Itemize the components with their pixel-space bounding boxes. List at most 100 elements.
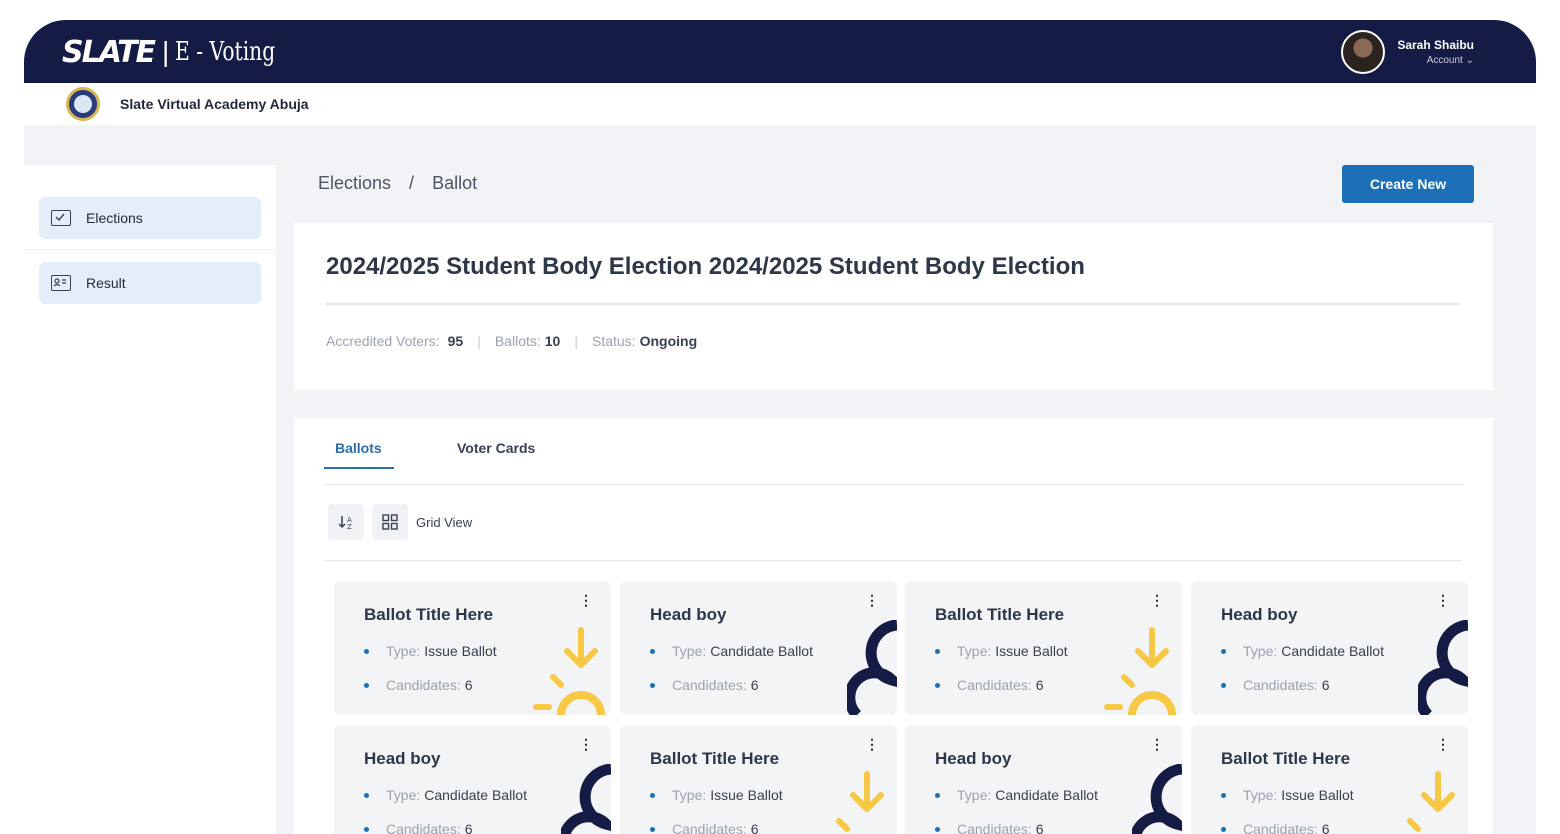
sort-icon: AZ bbox=[338, 516, 352, 531]
more-options-icon[interactable]: ⋮ bbox=[579, 736, 593, 753]
candidates-count: 6 bbox=[464, 821, 473, 834]
type-label: Type: bbox=[1243, 787, 1278, 803]
candidates-label: Candidates: bbox=[957, 821, 1032, 834]
bullet-icon bbox=[364, 648, 369, 654]
ballot-title: Ballot Title Here bbox=[1221, 749, 1351, 768]
more-options-icon[interactable]: ⋮ bbox=[1436, 736, 1450, 753]
title-divider bbox=[326, 303, 1460, 305]
user-menu[interactable]: Sarah Shaibu Account ⌄ bbox=[1341, 30, 1474, 74]
ballot-card[interactable]: Head boy ⋮ Type: Candidate Ballot Candidates… bbox=[334, 725, 611, 834]
bullet-icon bbox=[650, 648, 655, 654]
more-options-icon[interactable]: ⋮ bbox=[1150, 736, 1164, 753]
breadcrumb-current: Ballot bbox=[432, 173, 478, 193]
ballot-card[interactable]: Head boy ⋮ Type: Candidate Ballot Candidates… bbox=[905, 725, 1182, 834]
ballot-type: Issue Ballot bbox=[424, 643, 497, 659]
id-card-icon bbox=[51, 275, 71, 291]
bullet-icon bbox=[935, 682, 940, 688]
sidebar-item-result[interactable]: Result bbox=[39, 262, 261, 304]
candidates-count: 6 bbox=[1035, 677, 1044, 693]
candidates-label: Candidates: bbox=[1243, 821, 1318, 834]
sun-decoration-icon bbox=[836, 771, 884, 832]
tab-ballots[interactable]: Ballots bbox=[335, 440, 382, 456]
candidates-count: 6 bbox=[1321, 821, 1330, 834]
candidates-row: Candidates: 6 bbox=[650, 677, 759, 693]
arc-decoration-icon bbox=[1418, 620, 1468, 715]
bullet-icon bbox=[935, 648, 940, 654]
candidates-label: Candidates: bbox=[1243, 677, 1318, 693]
ballot-type: Candidate Ballot bbox=[995, 787, 1098, 803]
grid-view-button[interactable] bbox=[372, 504, 408, 540]
more-options-icon[interactable]: ⋮ bbox=[865, 736, 879, 753]
ballot-box-icon bbox=[51, 210, 71, 226]
sun-decoration-icon bbox=[533, 627, 605, 715]
bullet-icon bbox=[1221, 826, 1226, 832]
ballot-type-row: Type: Candidate Ballot bbox=[1221, 643, 1384, 659]
candidates-row: Candidates: 6 bbox=[935, 677, 1044, 693]
sun-decoration-icon bbox=[1407, 771, 1455, 832]
sort-button[interactable]: AZ bbox=[328, 504, 364, 540]
candidates-label: Candidates: bbox=[957, 677, 1032, 693]
status-badge: Ongoing bbox=[639, 333, 698, 349]
more-options-icon[interactable]: ⋮ bbox=[1150, 592, 1164, 609]
candidates-row: Candidates: 6 bbox=[364, 821, 473, 834]
user-name: Sarah Shaibu bbox=[1397, 38, 1474, 52]
ballot-card[interactable]: Ballot Title Here ⋮ Type: Issue Ballot Candi… bbox=[620, 725, 897, 834]
page-title: 2024/2025 Student Body Election 2024/202… bbox=[326, 253, 1085, 280]
ballot-card[interactable]: Head boy ⋮ Type: Candidate Ballot Candidates… bbox=[620, 581, 897, 715]
candidates-label: Candidates: bbox=[386, 821, 461, 834]
more-options-icon[interactable]: ⋮ bbox=[865, 592, 879, 609]
ballot-title: Head boy bbox=[364, 749, 441, 768]
sidebar-divider bbox=[24, 249, 276, 250]
election-stats: Accredited Voters: 95 | Ballots: 10 | St… bbox=[326, 333, 697, 349]
breadcrumb-root[interactable]: Elections bbox=[318, 173, 391, 193]
bullet-icon bbox=[650, 682, 655, 688]
more-options-icon[interactable]: ⋮ bbox=[1436, 592, 1450, 609]
bullet-icon bbox=[650, 792, 655, 798]
candidates-label: Candidates: bbox=[386, 677, 461, 693]
ballot-card[interactable]: Ballot Title Here ⋮ Type: Issue Ballot Candi… bbox=[905, 581, 1182, 715]
ballot-type: Issue Ballot bbox=[1281, 787, 1354, 803]
ballot-title: Ballot Title Here bbox=[650, 749, 780, 768]
ballot-type: Candidate Ballot bbox=[1281, 643, 1384, 659]
candidates-label: Candidates: bbox=[672, 821, 747, 834]
school-bar: Slate Virtual Academy Abuja bbox=[24, 83, 1536, 125]
bullet-icon bbox=[364, 792, 369, 798]
top-bar: SLATE | E - Voting Sarah Shaibu Account … bbox=[24, 20, 1536, 83]
ballot-panel: Ballots Voter Cards AZ Grid View Ballot … bbox=[294, 418, 1493, 834]
bullet-icon bbox=[935, 826, 940, 832]
candidates-row: Candidates: 6 bbox=[364, 677, 473, 693]
app-logo[interactable]: SLATE | E - Voting bbox=[62, 34, 304, 70]
ballots-value: 10 bbox=[544, 333, 561, 349]
stat-divider: | bbox=[574, 333, 578, 349]
school-crest-icon bbox=[66, 87, 100, 121]
more-options-icon[interactable]: ⋮ bbox=[579, 592, 593, 609]
ballot-card[interactable]: Ballot Title Here ⋮ Type: Issue Ballot Candi… bbox=[334, 581, 611, 715]
sidebar-item-elections[interactable]: Elections bbox=[39, 197, 261, 239]
ballot-card[interactable]: Head boy ⋮ Type: Candidate Ballot Candidates… bbox=[1191, 581, 1468, 715]
ballot-title: Head boy bbox=[1221, 605, 1298, 624]
candidates-row: Candidates: 6 bbox=[1221, 821, 1330, 834]
avatar[interactable] bbox=[1341, 30, 1386, 74]
bullet-icon bbox=[935, 792, 940, 798]
type-label: Type: bbox=[1243, 643, 1278, 659]
breadcrumb-separator: / bbox=[409, 173, 415, 193]
bullet-icon bbox=[1221, 792, 1226, 798]
ballot-type-row: Type: Candidate Ballot bbox=[364, 787, 527, 803]
create-new-button[interactable]: Create New bbox=[1342, 165, 1474, 203]
ballot-card[interactable]: Ballot Title Here ⋮ Type: Issue Ballot Candi… bbox=[1191, 725, 1468, 834]
active-tab-indicator bbox=[324, 467, 394, 469]
ballot-type-row: Type: Candidate Ballot bbox=[935, 787, 1098, 803]
voters-value: 95 bbox=[447, 333, 464, 349]
stat-divider: | bbox=[477, 333, 481, 349]
candidates-count: 6 bbox=[750, 677, 759, 693]
sidebar: Elections Result bbox=[24, 165, 276, 834]
ballot-type-row: Type: Issue Ballot bbox=[650, 787, 783, 803]
tab-voter-cards[interactable]: Voter Cards bbox=[457, 440, 535, 456]
app-frame: SLATE | E - Voting Sarah Shaibu Account … bbox=[24, 20, 1536, 834]
arc-decoration-icon bbox=[1132, 764, 1182, 834]
candidates-count: 6 bbox=[464, 677, 473, 693]
type-label: Type: bbox=[672, 787, 707, 803]
account-dropdown[interactable]: Account ⌄ bbox=[1427, 55, 1474, 66]
ballot-type-row: Type: Candidate Ballot bbox=[650, 643, 813, 659]
ballot-type: Issue Ballot bbox=[995, 643, 1068, 659]
